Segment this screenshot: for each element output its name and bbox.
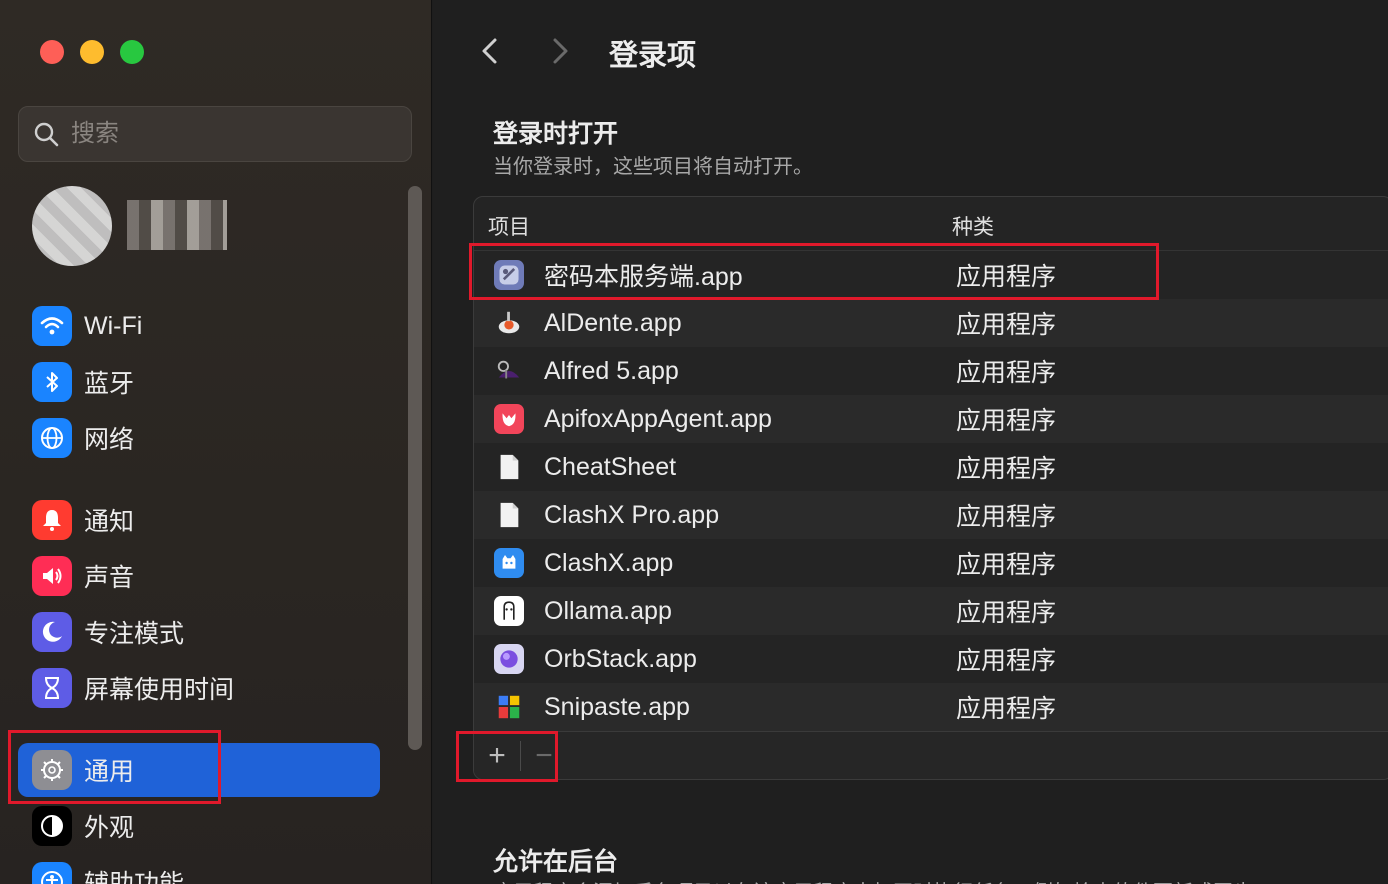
table-footer: + − bbox=[474, 731, 1388, 779]
aldente-icon bbox=[494, 308, 524, 338]
table-row[interactable]: AlDente.app 应用程序 bbox=[474, 299, 1388, 347]
sidebar-item-screen-time[interactable]: 屏幕使用时间 bbox=[18, 661, 380, 715]
item-name: AlDente.app bbox=[544, 308, 682, 337]
sidebar-item-label: Wi-Fi bbox=[84, 311, 143, 340]
item-kind: 应用程序 bbox=[956, 647, 1057, 675]
moon-icon bbox=[32, 612, 72, 652]
appearance-icon bbox=[32, 806, 72, 846]
search-field[interactable] bbox=[18, 106, 412, 162]
sidebar-item-network[interactable]: 网络 bbox=[18, 411, 380, 465]
hourglass-icon bbox=[32, 668, 72, 708]
page-title: 登录项 bbox=[609, 40, 697, 72]
back-chevron-icon[interactable] bbox=[475, 34, 505, 68]
sidebar-item-label: 蓝牙 bbox=[84, 370, 135, 398]
item-kind: 应用程序 bbox=[956, 359, 1057, 387]
item-name: OrbStack.app bbox=[544, 644, 697, 673]
bell-icon bbox=[32, 500, 72, 540]
accessibility-icon bbox=[32, 862, 72, 884]
table-row[interactable]: Alfred 5.app 应用程序 bbox=[474, 347, 1388, 395]
wifi-icon bbox=[32, 306, 72, 346]
document-icon bbox=[494, 500, 524, 530]
section-title-login-items: 登录时打开 bbox=[493, 120, 619, 148]
sidebar-item-sound[interactable]: 声音 bbox=[18, 549, 380, 603]
table-row[interactable]: Ollama.app 应用程序 bbox=[474, 587, 1388, 635]
avatar bbox=[32, 186, 112, 266]
section-subtitle: 应用程序会添加后台项目以在该应用程序未打开时执行任务，例如检查软件更新或同步 bbox=[493, 876, 1253, 884]
item-name: ClashX.app bbox=[544, 548, 674, 577]
sidebar-item-label: 通知 bbox=[84, 508, 135, 536]
section-subtitle: 当你登录时，这些项目将自动打开。 bbox=[493, 156, 813, 178]
item-kind: 应用程序 bbox=[956, 503, 1057, 531]
minimize-button[interactable] bbox=[80, 40, 104, 64]
sidebar-item-label: 辅助功能 bbox=[84, 870, 185, 884]
table-row[interactable]: Snipaste.app 应用程序 bbox=[474, 683, 1388, 731]
section-title-background: 允许在后台 bbox=[493, 848, 619, 876]
forward-chevron-icon[interactable] bbox=[545, 34, 575, 68]
window-controls bbox=[40, 40, 144, 64]
sidebar-item-focus[interactable]: 专注模式 bbox=[18, 605, 380, 659]
account-profile[interactable] bbox=[22, 186, 232, 266]
item-name: Snipaste.app bbox=[544, 692, 690, 721]
sidebar-item-wifi[interactable]: Wi-Fi bbox=[18, 299, 380, 353]
table-row[interactable]: CheatSheet 应用程序 bbox=[474, 443, 1388, 491]
search-input[interactable] bbox=[71, 120, 371, 148]
item-name: Ollama.app bbox=[544, 596, 672, 625]
close-button[interactable] bbox=[40, 40, 64, 64]
sidebar-item-label: 声音 bbox=[84, 564, 135, 592]
sidebar-item-accessibility[interactable]: 辅助功能 bbox=[18, 855, 380, 884]
item-kind: 应用程序 bbox=[956, 455, 1057, 483]
item-kind: 应用程序 bbox=[956, 407, 1057, 435]
globe-icon bbox=[32, 418, 72, 458]
sidebar-item-appearance[interactable]: 外观 bbox=[18, 799, 380, 853]
clashx-icon bbox=[494, 548, 524, 578]
zoom-button[interactable] bbox=[120, 40, 144, 64]
table-body: 密码本服务端.app 应用程序 AlDente.app 应用程序 Alfred … bbox=[474, 251, 1388, 731]
speaker-icon bbox=[32, 556, 72, 596]
table-row[interactable]: OrbStack.app 应用程序 bbox=[474, 635, 1388, 683]
document-icon bbox=[494, 452, 524, 482]
toolbar: 登录项 bbox=[433, 0, 1388, 100]
column-header-kind[interactable]: 种类 bbox=[952, 211, 994, 241]
sidebar: Wi-Fi 蓝牙 网络 通知 声音 专注模式 bbox=[0, 0, 432, 884]
orbstack-icon bbox=[494, 644, 524, 674]
item-name: CheatSheet bbox=[544, 452, 677, 481]
item-kind: 应用程序 bbox=[956, 311, 1057, 339]
sidebar-scrollbar[interactable] bbox=[408, 186, 422, 750]
sidebar-item-label: 专注模式 bbox=[84, 620, 185, 648]
item-kind: 应用程序 bbox=[956, 695, 1057, 723]
annotation-highlight bbox=[469, 243, 1159, 300]
sidebar-item-label: 屏幕使用时间 bbox=[84, 676, 235, 704]
table-row[interactable]: ClashX Pro.app 应用程序 bbox=[474, 491, 1388, 539]
snipaste-icon bbox=[494, 692, 524, 722]
account-name-redacted bbox=[127, 200, 227, 250]
table-row[interactable]: ApifoxAppAgent.app 应用程序 bbox=[474, 395, 1388, 443]
main-content: 登录项 登录时打开 当你登录时，这些项目将自动打开。 项目 种类 密码本服务端.… bbox=[433, 0, 1388, 884]
annotation-highlight bbox=[8, 730, 221, 804]
annotation-highlight bbox=[456, 731, 558, 782]
item-name: ApifoxAppAgent.app bbox=[544, 404, 772, 433]
column-header-item[interactable]: 项目 bbox=[488, 211, 530, 241]
item-kind: 应用程序 bbox=[956, 551, 1057, 579]
bluetooth-icon bbox=[32, 362, 72, 402]
ollama-icon bbox=[494, 596, 524, 626]
item-name: Alfred 5.app bbox=[544, 356, 679, 385]
sidebar-item-bluetooth[interactable]: 蓝牙 bbox=[18, 355, 380, 409]
sidebar-item-notifications[interactable]: 通知 bbox=[18, 493, 380, 547]
sidebar-item-label: 外观 bbox=[84, 814, 135, 842]
alfred-icon bbox=[494, 356, 524, 386]
apifox-icon bbox=[494, 404, 524, 434]
sidebar-item-label: 网络 bbox=[84, 426, 135, 454]
table-row[interactable]: ClashX.app 应用程序 bbox=[474, 539, 1388, 587]
item-name: ClashX Pro.app bbox=[544, 500, 720, 529]
item-kind: 应用程序 bbox=[956, 599, 1057, 627]
search-icon bbox=[34, 122, 59, 147]
